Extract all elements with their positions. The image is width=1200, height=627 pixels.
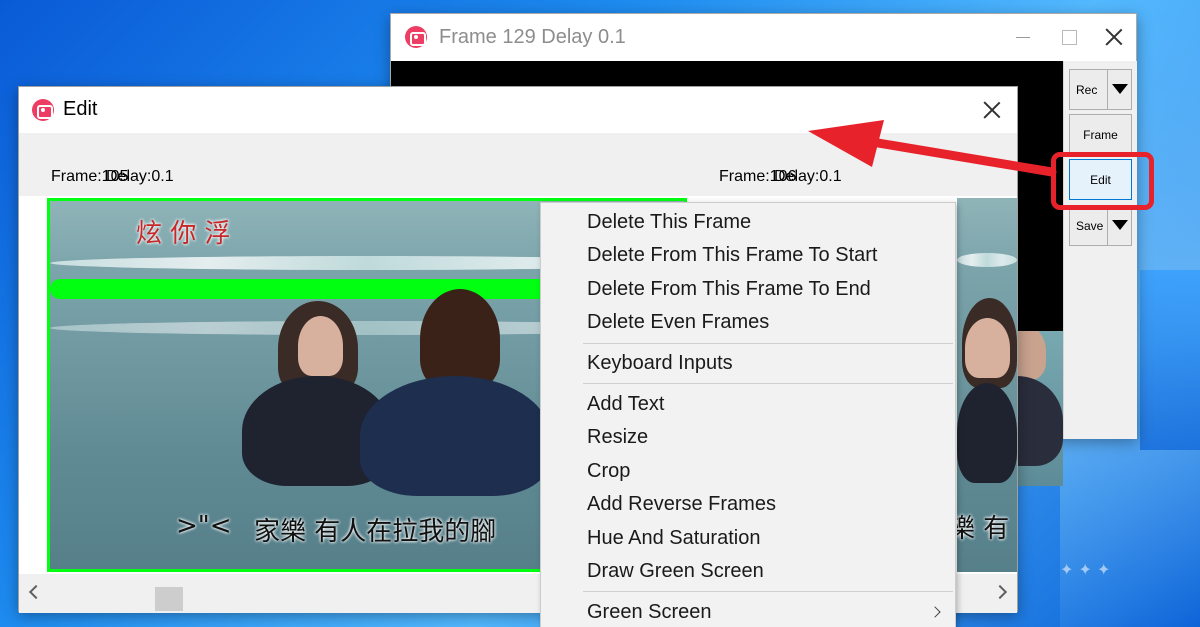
person-figure (298, 316, 343, 376)
menu-item-draw-green-screen[interactable]: Draw Green Screen (541, 555, 955, 588)
menu-item-resize[interactable]: Resize (541, 421, 955, 454)
recorder-side-panel: Rec Frame Edit Save (1063, 61, 1137, 439)
frame-delay-text: Delay:0.1 (774, 168, 842, 185)
camera-icon (405, 26, 427, 48)
menu-item-label: Crop (587, 460, 631, 482)
menu-separator (583, 591, 953, 592)
menu-item-label: Delete From This Frame To End (587, 278, 871, 300)
scroll-left-icon[interactable] (28, 584, 44, 600)
menu-item-label: Draw Green Screen (587, 560, 764, 582)
menu-item-green-screen[interactable]: Green Screen (541, 596, 955, 627)
maximize-icon[interactable] (1045, 14, 1091, 61)
close-icon[interactable] (1091, 14, 1137, 60)
rec-button-label: Rec (1076, 82, 1098, 97)
frame-button-label: Frame (1083, 127, 1118, 142)
frame-button[interactable]: Frame (1069, 114, 1132, 155)
chevron-right-icon (929, 606, 941, 618)
frame-delay-text: Delay:0.1 (106, 168, 174, 185)
menu-item-delete-to-end[interactable]: Delete From This Frame To End (541, 273, 955, 306)
edit-titlebar[interactable]: Edit (19, 87, 1017, 133)
minimize-icon[interactable] (999, 14, 1045, 61)
highlight-box (1051, 152, 1154, 210)
menu-item-label: Add Reverse Frames (587, 493, 776, 515)
edit-window-title: Edit (63, 98, 98, 120)
watermark: ✦ ✦ ✦ (1060, 560, 1111, 579)
menu-item-delete-to-start[interactable]: Delete From This Frame To Start (541, 239, 955, 272)
frame-label: Frame:105 Delay:0.1 (51, 168, 174, 186)
save-button-label: Save (1076, 218, 1104, 233)
save-button[interactable]: Save (1069, 205, 1132, 246)
menu-item-label: Green Screen (587, 601, 712, 623)
scroll-right-icon[interactable] (992, 584, 1008, 600)
subtitle-text: 家樂 有人在拉我的腳 (254, 517, 497, 547)
person-figure (360, 376, 550, 496)
menu-item-delete-this-frame[interactable]: Delete This Frame (541, 206, 955, 239)
menu-item-label: Delete From This Frame To Start (587, 244, 878, 266)
subtitle-symbol: >"< (176, 511, 232, 541)
caret-down-icon[interactable] (1107, 206, 1131, 245)
person-figure (420, 289, 500, 389)
subtitle-text: 樂 有 (957, 514, 1010, 544)
caption-text: 炫 你 浮 (136, 219, 231, 249)
menu-item-label: Hue And Saturation (587, 527, 761, 549)
menu-item-crop[interactable]: Crop (541, 455, 955, 488)
frame-thumbnail[interactable]: 樂 有 (957, 198, 1017, 572)
menu-separator (583, 383, 953, 384)
camera-icon (32, 99, 54, 121)
menu-item-keyboard-inputs[interactable]: Keyboard Inputs (541, 347, 955, 380)
menu-item-label: Delete This Frame (587, 211, 752, 233)
menu-separator (583, 343, 953, 344)
caret-down-icon[interactable] (1107, 70, 1131, 109)
menu-item-label: Resize (587, 426, 649, 448)
desktop-wallpaper-pane (1140, 270, 1200, 450)
person-figure (957, 383, 1017, 483)
menu-item-delete-even-frames[interactable]: Delete Even Frames (541, 306, 955, 339)
menu-item-add-text[interactable]: Add Text (541, 388, 955, 421)
recorder-titlebar[interactable]: Frame 129 Delay 0.1 (391, 14, 1136, 61)
frame-context-menu: Delete This Frame Delete From This Frame… (540, 202, 956, 627)
wave-crest (957, 253, 1017, 267)
menu-item-label: Delete Even Frames (587, 311, 770, 333)
person-figure (965, 318, 1010, 378)
menu-item-add-reverse-frames[interactable]: Add Reverse Frames (541, 488, 955, 521)
menu-item-hue-saturation[interactable]: Hue And Saturation (541, 522, 955, 555)
scrollbar-thumb[interactable] (155, 587, 183, 611)
frame-label: Frame:106 Delay:0.1 (719, 168, 842, 186)
recorder-window-title: Frame 129 Delay 0.1 (439, 26, 626, 48)
close-icon[interactable] (969, 87, 1015, 133)
menu-item-label: Add Text (587, 393, 665, 415)
menu-item-label: Keyboard Inputs (587, 352, 733, 374)
rec-button[interactable]: Rec (1069, 69, 1132, 110)
